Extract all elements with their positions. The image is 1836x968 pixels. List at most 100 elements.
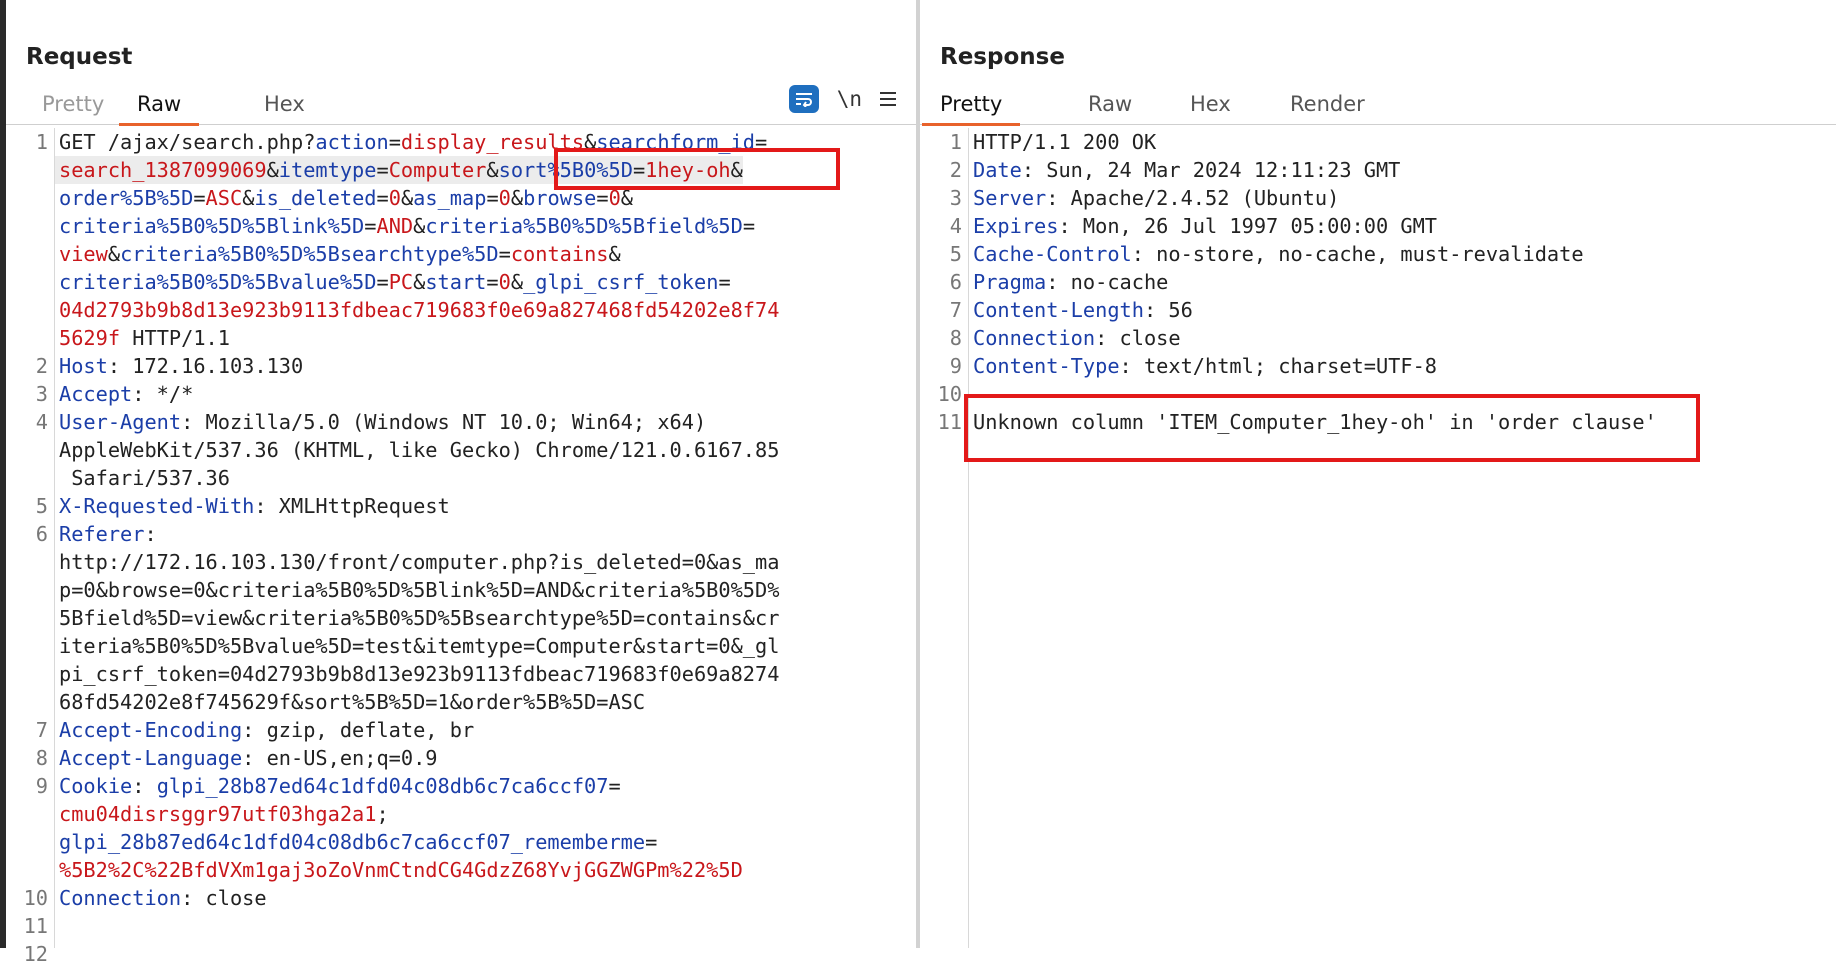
- response-tab-hex[interactable]: Hex: [1172, 90, 1249, 123]
- response-title: Response: [940, 44, 1065, 70]
- response-editor[interactable]: 1 HTTP/1.1 200 OK 2 Date: Sun, 24 Mar 2024 …: [920, 128, 1836, 948]
- code-line: 5Bfield%5D=view&criteria%5B0%5D%5Bsearch…: [6, 604, 916, 632]
- token-text: HTTP/1.1 200 OK: [973, 130, 1157, 154]
- line-text: glpi_28b87ed64c1dfd04c08db6c7ca6ccf07_re…: [54, 828, 657, 856]
- token-text: &: [242, 186, 255, 210]
- code-line: 2 Date: Sun, 24 Mar 2024 12:11:23 GMT: [920, 156, 1836, 184]
- request-toolbar: \n: [788, 82, 896, 116]
- code-line: pi_csrf_token=04d2793b9b8d13e923b9113fdb…: [6, 660, 916, 688]
- code-line: 7 Accept-Encoding: gzip, deflate, br: [6, 716, 916, 744]
- token-key: glpi_28b87ed64c1dfd04c08db6c7ca6ccf07_re…: [59, 830, 646, 854]
- code-line: 3 Accept: */*: [6, 380, 916, 408]
- line-text: X-Requested-With: XMLHttpRequest: [54, 492, 450, 520]
- code-line: 3 Server: Apache/2.4.52 (Ubuntu): [920, 184, 1836, 212]
- token-key: Date: [973, 158, 1022, 182]
- code-line: 7 Content-Length: 56: [920, 296, 1836, 324]
- line-text: %5B2%2C%22BfdVXm1gaj3oZoVnmCtndCG4GdzZ68…: [54, 856, 743, 884]
- token-text: Safari/537.36: [59, 466, 230, 490]
- token-text: =: [376, 270, 389, 294]
- request-tab-raw[interactable]: Raw: [119, 90, 200, 126]
- request-tab-hex[interactable]: Hex: [246, 90, 323, 123]
- token-text: : Apache/2.4.52 (Ubuntu): [1046, 186, 1340, 210]
- code-line: %5B2%2C%22BfdVXm1gaj3oZoVnmCtndCG4GdzZ68…: [6, 856, 916, 884]
- token-key: Accept: [59, 382, 133, 406]
- code-line: 4 Expires: Mon, 26 Jul 1997 05:00:00 GMT: [920, 212, 1836, 240]
- token-text: : 172.16.103.130: [107, 354, 304, 378]
- request-pane: Request Pretty Raw Hex \n 1 GET /ajax/sea…: [0, 0, 916, 966]
- code-line: 5 X-Requested-With: XMLHttpRequest: [6, 492, 916, 520]
- token-value: 0: [498, 270, 511, 294]
- token-value: ASC: [205, 186, 243, 210]
- token-key: X-Requested-With: [59, 494, 255, 518]
- response-tab-pretty[interactable]: Pretty: [922, 90, 1021, 126]
- token-text: &: [107, 242, 121, 266]
- token-key: Referer: [59, 522, 145, 546]
- code-line: 4 User-Agent: Mozilla/5.0 (Windows NT 10.…: [6, 408, 916, 436]
- response-pane: Response Pretty Raw Hex Render 1 HTTP/1.1…: [920, 0, 1836, 948]
- code-line: 10 Connection: close: [6, 884, 916, 912]
- word-wrap-icon[interactable]: [788, 85, 819, 113]
- line-text: Content-Length: 56: [968, 296, 1193, 324]
- line-text: Pragma: no-cache: [968, 268, 1168, 296]
- code-line: 04d2793b9b8d13e923b9113fdbeac719683f0e69…: [6, 296, 916, 324]
- token-value: 0: [388, 186, 401, 210]
- token-key: Cache-Control: [973, 242, 1132, 266]
- token-text: =: [193, 186, 206, 210]
- line-text: HTTP/1.1 200 OK: [968, 128, 1156, 156]
- token-text: : Mon, 26 Jul 1997 05:00:00 GMT: [1058, 214, 1438, 238]
- code-line: 68fd54202e8f745629f&sort%5B%5D=1&order%5…: [6, 688, 916, 716]
- token-text: =: [364, 214, 377, 238]
- token-key: Accept-Language: [59, 746, 243, 770]
- token-key: Expires: [973, 214, 1059, 238]
- request-highlight-box: [554, 148, 840, 190]
- token-value: contains: [510, 242, 609, 266]
- line-text: cmu04disrsggr97utf03hga2a1;: [54, 800, 389, 828]
- line-text: 5629f HTTP/1.1: [54, 324, 230, 352]
- token-text: : XMLHttpRequest: [254, 494, 450, 518]
- code-line: 6 Pragma: no-cache: [920, 268, 1836, 296]
- line-text: 68fd54202e8f745629f&sort%5B%5D=1&order%5…: [54, 688, 645, 716]
- newline-toggle-button[interactable]: \n: [837, 87, 862, 111]
- line-text: iteria%5B0%5D%5Bvalue%5D=test&itemtype=C…: [54, 632, 779, 660]
- token-key: action: [315, 130, 389, 154]
- token-text: :: [132, 774, 157, 798]
- token-text: p=0&browse=0&criteria%5B0%5D%5Blink%5D=A…: [59, 578, 780, 602]
- code-line: view&criteria%5B0%5D%5Bsearchtype%5D=con…: [6, 240, 916, 268]
- token-key: Cookie: [59, 774, 133, 798]
- request-editor[interactable]: 1 GET /ajax/search.php?action=display_res…: [6, 128, 916, 966]
- token-key: criteria%5B0%5D%5Bvalue%5D: [59, 270, 377, 294]
- token-text: =: [376, 186, 389, 210]
- response-highlight-box: [964, 394, 1700, 462]
- code-line: 9 Cookie: glpi_28b87ed64c1dfd04c08db6c7ca…: [6, 772, 916, 800]
- token-text: &: [413, 270, 426, 294]
- response-tab-render[interactable]: Render: [1272, 90, 1383, 123]
- token-text: :: [144, 522, 157, 546]
- token-key: Host: [59, 354, 108, 378]
- token-text: =: [486, 186, 499, 210]
- code-line: 9 Content-Type: text/html; charset=UTF-8: [920, 352, 1836, 380]
- token-text: : 56: [1143, 298, 1193, 322]
- token-key: Server: [973, 186, 1047, 210]
- line-text: Accept-Encoding: gzip, deflate, br: [54, 716, 474, 744]
- token-text: : */*: [132, 382, 194, 406]
- request-tab-pretty[interactable]: Pretty: [24, 90, 122, 123]
- token-key: start: [425, 270, 487, 294]
- request-title: Request: [26, 44, 133, 70]
- response-tab-raw[interactable]: Raw: [1070, 90, 1150, 123]
- token-text: ;: [376, 802, 389, 826]
- token-text: http://172.16.103.130/front/computer.php…: [59, 550, 780, 574]
- token-text: : no-cache: [1046, 270, 1169, 294]
- token-key: Connection: [973, 326, 1096, 350]
- line-text: Date: Sun, 24 Mar 2024 12:11:23 GMT: [968, 156, 1400, 184]
- token-text: pi_csrf_token=04d2793b9b8d13e923b9113fdb…: [59, 662, 780, 686]
- token-key: Connection: [59, 886, 182, 910]
- response-lines: 1 HTTP/1.1 200 OK 2 Date: Sun, 24 Mar 2024 …: [920, 128, 1836, 436]
- token-key: Pragma: [973, 270, 1047, 294]
- token-value: PC: [388, 270, 414, 294]
- line-text: User-Agent: Mozilla/5.0 (Windows NT 10.0…: [54, 408, 706, 436]
- token-text: HTTP/1.1: [120, 326, 230, 350]
- code-line: http://172.16.103.130/front/computer.php…: [6, 548, 916, 576]
- menu-icon[interactable]: [880, 92, 896, 106]
- request-tabs: Pretty Raw Hex: [6, 88, 916, 126]
- line-text: Host: 172.16.103.130: [54, 352, 303, 380]
